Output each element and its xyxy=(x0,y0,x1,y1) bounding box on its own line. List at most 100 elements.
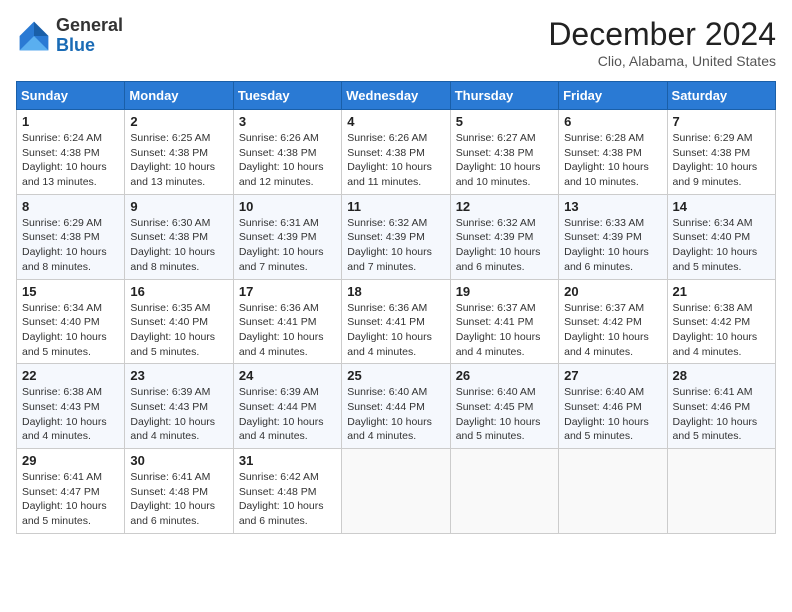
day-info: Sunrise: 6:35 AMSunset: 4:40 PMDaylight:… xyxy=(130,301,227,360)
day-number: 9 xyxy=(130,199,227,214)
calendar-cell: 1 Sunrise: 6:24 AMSunset: 4:38 PMDaylight… xyxy=(17,110,125,195)
day-info: Sunrise: 6:41 AMSunset: 4:48 PMDaylight:… xyxy=(130,470,227,529)
day-number: 17 xyxy=(239,284,336,299)
day-number: 24 xyxy=(239,368,336,383)
day-number: 20 xyxy=(564,284,661,299)
calendar-cell: 30 Sunrise: 6:41 AMSunset: 4:48 PMDayligh… xyxy=(125,449,233,534)
calendar-cell: 4 Sunrise: 6:26 AMSunset: 4:38 PMDaylight… xyxy=(342,110,450,195)
day-info: Sunrise: 6:26 AMSunset: 4:38 PMDaylight:… xyxy=(347,131,444,190)
calendar-cell: 29Sunrise: 6:41 AMSunset: 4:47 PMDayligh… xyxy=(17,449,125,534)
day-info: Sunrise: 6:29 AMSunset: 4:38 PMDaylight:… xyxy=(673,131,770,190)
calendar-cell xyxy=(559,449,667,534)
calendar-week-row: 8 Sunrise: 6:29 AMSunset: 4:38 PMDaylight… xyxy=(17,194,776,279)
day-info: Sunrise: 6:37 AMSunset: 4:42 PMDaylight:… xyxy=(564,301,661,360)
weekday-header: Saturday xyxy=(667,82,775,110)
weekday-header: Monday xyxy=(125,82,233,110)
day-number: 16 xyxy=(130,284,227,299)
calendar-week-row: 15 Sunrise: 6:34 AMSunset: 4:40 PMDayligh… xyxy=(17,279,776,364)
weekday-header-row: SundayMondayTuesdayWednesdayThursdayFrid… xyxy=(17,82,776,110)
day-info: Sunrise: 6:31 AMSunset: 4:39 PMDaylight:… xyxy=(239,216,336,275)
day-info: Sunrise: 6:32 AMSunset: 4:39 PMDaylight:… xyxy=(347,216,444,275)
day-info: Sunrise: 6:37 AMSunset: 4:41 PMDaylight:… xyxy=(456,301,553,360)
day-info: Sunrise: 6:42 AMSunset: 4:48 PMDaylight:… xyxy=(239,470,336,529)
weekday-header: Friday xyxy=(559,82,667,110)
day-info: Sunrise: 6:33 AMSunset: 4:39 PMDaylight:… xyxy=(564,216,661,275)
day-info: Sunrise: 6:36 AMSunset: 4:41 PMDaylight:… xyxy=(239,301,336,360)
weekday-header: Thursday xyxy=(450,82,558,110)
day-info: Sunrise: 6:39 AMSunset: 4:44 PMDaylight:… xyxy=(239,385,336,444)
day-number: 1 xyxy=(22,114,119,129)
day-number: 30 xyxy=(130,453,227,468)
day-number: 13 xyxy=(564,199,661,214)
calendar-cell: 6Sunrise: 6:28 AMSunset: 4:38 PMDaylight… xyxy=(559,110,667,195)
day-info: Sunrise: 6:34 AMSunset: 4:40 PMDaylight:… xyxy=(22,301,119,360)
day-number: 18 xyxy=(347,284,444,299)
calendar-cell: 9Sunrise: 6:30 AMSunset: 4:38 PMDaylight… xyxy=(125,194,233,279)
logo-text: General Blue xyxy=(56,16,123,56)
calendar-cell: 17 Sunrise: 6:36 AMSunset: 4:41 PMDayligh… xyxy=(233,279,341,364)
day-info: Sunrise: 6:40 AMSunset: 4:44 PMDaylight:… xyxy=(347,385,444,444)
day-info: Sunrise: 6:32 AMSunset: 4:39 PMDaylight:… xyxy=(456,216,553,275)
calendar-cell: 25Sunrise: 6:40 AMSunset: 4:44 PMDayligh… xyxy=(342,364,450,449)
calendar-cell xyxy=(450,449,558,534)
calendar-cell: 22 Sunrise: 6:38 AMSunset: 4:43 PMDayligh… xyxy=(17,364,125,449)
calendar-cell: 11 Sunrise: 6:32 AMSunset: 4:39 PMDayligh… xyxy=(342,194,450,279)
day-number: 6 xyxy=(564,114,661,129)
calendar-cell xyxy=(667,449,775,534)
calendar-cell: 8 Sunrise: 6:29 AMSunset: 4:38 PMDaylight… xyxy=(17,194,125,279)
calendar-cell: 19 Sunrise: 6:37 AMSunset: 4:41 PMDayligh… xyxy=(450,279,558,364)
day-info: Sunrise: 6:29 AMSunset: 4:38 PMDaylight:… xyxy=(22,216,119,275)
day-info: Sunrise: 6:25 AMSunset: 4:38 PMDaylight:… xyxy=(130,131,227,190)
weekday-header: Sunday xyxy=(17,82,125,110)
day-number: 3 xyxy=(239,114,336,129)
calendar-cell: 10 Sunrise: 6:31 AMSunset: 4:39 PMDayligh… xyxy=(233,194,341,279)
day-info: Sunrise: 6:24 AMSunset: 4:38 PMDaylight:… xyxy=(22,131,119,190)
day-info: Sunrise: 6:34 AMSunset: 4:40 PMDaylight:… xyxy=(673,216,770,275)
calendar-cell: 2Sunrise: 6:25 AMSunset: 4:38 PMDaylight… xyxy=(125,110,233,195)
calendar-cell: 21 Sunrise: 6:38 AMSunset: 4:42 PMDayligh… xyxy=(667,279,775,364)
day-number: 26 xyxy=(456,368,553,383)
day-number: 27 xyxy=(564,368,661,383)
day-number: 15 xyxy=(22,284,119,299)
day-info: Sunrise: 6:38 AMSunset: 4:43 PMDaylight:… xyxy=(22,385,119,444)
calendar-week-row: 1 Sunrise: 6:24 AMSunset: 4:38 PMDaylight… xyxy=(17,110,776,195)
calendar-cell: 12Sunrise: 6:32 AMSunset: 4:39 PMDayligh… xyxy=(450,194,558,279)
calendar-cell: 31Sunrise: 6:42 AMSunset: 4:48 PMDayligh… xyxy=(233,449,341,534)
day-number: 5 xyxy=(456,114,553,129)
day-info: Sunrise: 6:38 AMSunset: 4:42 PMDaylight:… xyxy=(673,301,770,360)
logo: General Blue xyxy=(16,16,123,56)
day-info: Sunrise: 6:41 AMSunset: 4:46 PMDaylight:… xyxy=(673,385,770,444)
calendar-table: SundayMondayTuesdayWednesdayThursdayFrid… xyxy=(16,81,776,534)
calendar-week-row: 29Sunrise: 6:41 AMSunset: 4:47 PMDayligh… xyxy=(17,449,776,534)
day-info: Sunrise: 6:40 AMSunset: 4:45 PMDaylight:… xyxy=(456,385,553,444)
calendar-cell: 26 Sunrise: 6:40 AMSunset: 4:45 PMDayligh… xyxy=(450,364,558,449)
calendar-cell: 20 Sunrise: 6:37 AMSunset: 4:42 PMDayligh… xyxy=(559,279,667,364)
calendar-cell: 5Sunrise: 6:27 AMSunset: 4:38 PMDaylight… xyxy=(450,110,558,195)
calendar-cell: 18 Sunrise: 6:36 AMSunset: 4:41 PMDayligh… xyxy=(342,279,450,364)
day-number: 19 xyxy=(456,284,553,299)
calendar-cell: 24 Sunrise: 6:39 AMSunset: 4:44 PMDayligh… xyxy=(233,364,341,449)
day-info: Sunrise: 6:36 AMSunset: 4:41 PMDaylight:… xyxy=(347,301,444,360)
day-number: 7 xyxy=(673,114,770,129)
day-info: Sunrise: 6:41 AMSunset: 4:47 PMDaylight:… xyxy=(22,470,119,529)
day-info: Sunrise: 6:39 AMSunset: 4:43 PMDaylight:… xyxy=(130,385,227,444)
day-number: 22 xyxy=(22,368,119,383)
weekday-header: Tuesday xyxy=(233,82,341,110)
calendar-cell: 15 Sunrise: 6:34 AMSunset: 4:40 PMDayligh… xyxy=(17,279,125,364)
month-title: December 2024 xyxy=(548,16,776,53)
day-number: 28 xyxy=(673,368,770,383)
page-header: General Blue December 2024 Clio, Alabama… xyxy=(16,16,776,69)
day-info: Sunrise: 6:40 AMSunset: 4:46 PMDaylight:… xyxy=(564,385,661,444)
day-number: 21 xyxy=(673,284,770,299)
day-number: 8 xyxy=(22,199,119,214)
day-number: 23 xyxy=(130,368,227,383)
calendar-cell: 7 Sunrise: 6:29 AMSunset: 4:38 PMDaylight… xyxy=(667,110,775,195)
day-number: 11 xyxy=(347,199,444,214)
calendar-cell: 16 Sunrise: 6:35 AMSunset: 4:40 PMDayligh… xyxy=(125,279,233,364)
title-block: December 2024 Clio, Alabama, United Stat… xyxy=(548,16,776,69)
day-number: 4 xyxy=(347,114,444,129)
location: Clio, Alabama, United States xyxy=(548,53,776,69)
calendar-cell xyxy=(342,449,450,534)
calendar-cell: 27 Sunrise: 6:40 AMSunset: 4:46 PMDayligh… xyxy=(559,364,667,449)
day-number: 10 xyxy=(239,199,336,214)
